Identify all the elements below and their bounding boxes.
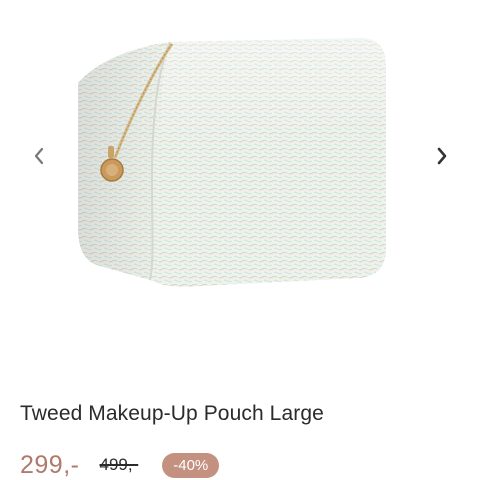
product-image[interactable]	[60, 28, 420, 298]
chevron-right-icon	[437, 147, 447, 165]
price-row: 299,- 499,- -40%	[20, 448, 220, 480]
chevron-left-icon	[34, 147, 44, 165]
original-price: 499,-	[99, 455, 139, 474]
product-page: Tweed Makeup-Up Pouch Large 299,- 499,- …	[0, 0, 480, 480]
previous-image-button[interactable]	[27, 140, 51, 172]
discount-badge: -40%	[162, 452, 220, 478]
current-price: 299,-	[20, 450, 80, 479]
next-image-button[interactable]	[430, 140, 454, 172]
product-title: Tweed Makeup-Up Pouch Large	[20, 402, 324, 425]
product-gallery	[0, 0, 480, 370]
